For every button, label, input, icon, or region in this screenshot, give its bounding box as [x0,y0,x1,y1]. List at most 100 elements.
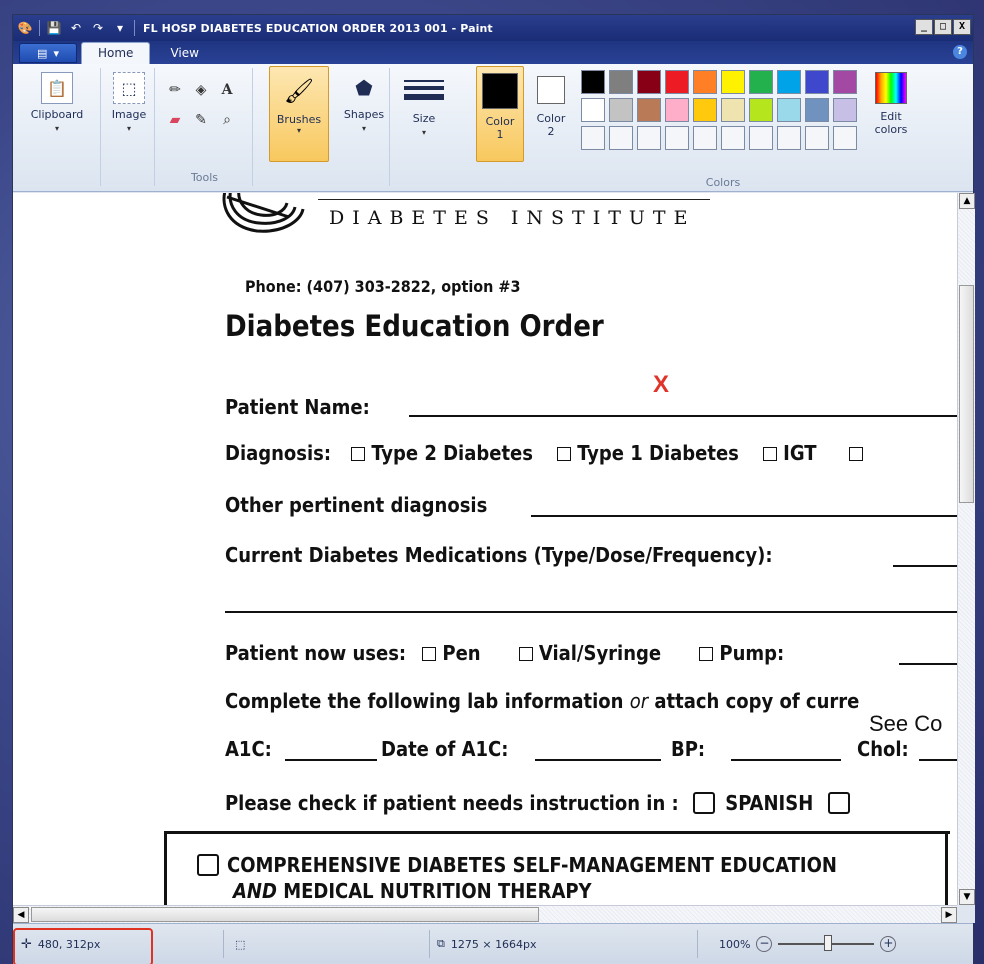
palette-swatch[interactable] [749,98,773,122]
cursor-position: ✛ 480, 312px [21,936,101,952]
title-bar: 🎨 💾 ↶ ↷ ▾ FL HOSP DIABETES EDUCATION ORD… [13,15,973,41]
palette-swatch[interactable] [609,70,633,94]
palette-swatch[interactable] [581,126,605,150]
palette-swatch[interactable] [749,70,773,94]
palette-swatch[interactable] [665,98,689,122]
paint-window: 🎨 💾 ↶ ↷ ▾ FL HOSP DIABETES EDUCATION ORD… [12,14,975,964]
ribbon-home: 📋 Clipboard ▾ ⬚ Image ▾ ✏ ◈ A ▰ ✎ ⌕ Tools … [13,64,973,192]
group-image: ⬚ Image ▾ [103,68,155,186]
canvas[interactable]: DIABETES INSTITUTE Phone: (407) 303-2822… [13,193,957,905]
palette-swatch[interactable] [637,126,661,150]
palette-swatch[interactable] [637,98,661,122]
comprehensive-line: COMPREHENSIVE DIABETES SELF-MANAGEMENT E… [197,853,837,877]
group-tools: ✏ ◈ A ▰ ✎ ⌕ Tools [157,68,253,186]
paint-menu-button[interactable]: ▤ ▾ [19,43,77,63]
palette-swatch[interactable] [609,98,633,122]
clipboard-icon: 📋 [41,72,73,104]
status-bar: ✛ 480, 312px ⬚ ⧉ 1275 × 1664px 100% − + [13,923,973,964]
redo-icon[interactable]: ↷ [90,20,106,36]
lab-info-line: Complete the following lab information o… [225,689,860,713]
fill-icon[interactable]: ◈ [191,80,211,100]
tab-home[interactable]: Home [81,42,151,64]
zoom-control: 100% − + [719,934,897,954]
color-picker-icon[interactable]: ✎ [191,110,211,130]
chol-label: Chol: [857,737,909,761]
paint-app-icon[interactable]: 🎨 [17,20,33,36]
text-icon[interactable]: A [217,80,237,100]
palette-swatch[interactable] [693,126,717,150]
palette-swatch[interactable] [805,126,829,150]
size-button[interactable]: Size ▾ [397,72,451,139]
customize-dropdown-icon[interactable]: ▾ [112,20,128,36]
menu-icon: ▤ [37,46,48,60]
zoom-slider[interactable] [778,935,875,951]
image-button[interactable]: ⬚ Image ▾ [105,72,153,135]
pencil-icon[interactable]: ✏ [165,80,185,100]
brushes-button[interactable]: 🖌 Brushes ▾ [269,66,329,162]
group-clipboard: 📋 Clipboard ▾ [15,68,101,186]
palette-swatch[interactable] [805,70,829,94]
scroll-down-button[interactable]: ▼ [959,889,975,905]
selection-size: ⬚ [235,934,245,954]
edit-colors-button[interactable]: Edit colors [867,72,915,136]
palette-swatch[interactable] [777,70,801,94]
current-meds-label: Current Diabetes Medications (Type/Dose/… [225,543,773,567]
palette-swatch[interactable] [833,126,857,150]
palette-swatch[interactable] [665,70,689,94]
date-a1c-label: Date of A1C: [381,737,509,761]
type2-checkbox [351,447,366,461]
palette-swatch[interactable] [721,98,745,122]
close-button[interactable]: X [953,19,971,35]
horizontal-scrollbar[interactable]: ◀ ▶ [13,905,957,923]
palette-swatch[interactable] [721,126,745,150]
chevron-down-icon: ▾ [53,46,59,60]
zoom-in-button[interactable]: + [880,936,897,952]
red-x-mark: X [653,371,670,398]
vertical-scrollbar[interactable]: ▲ ▼ [957,193,975,905]
shapes-icon: ⬟ [355,75,373,100]
tab-view[interactable]: View [154,43,214,64]
palette-swatch[interactable] [665,126,689,150]
image-size-icon: ⧉ [437,937,445,950]
document-image: DIABETES INSTITUTE Phone: (407) 303-2822… [13,193,957,905]
palette-swatch[interactable] [833,70,857,94]
palette-swatch[interactable] [581,70,605,94]
horizontal-scroll-thumb[interactable] [31,907,539,922]
ribbon-tabs: ▤ ▾ Home View ? [13,41,973,64]
palette-swatch[interactable] [749,126,773,150]
palette-swatch[interactable] [805,98,829,122]
scroll-right-button[interactable]: ▶ [941,907,957,923]
bp-label: BP: [671,737,706,761]
color2-button[interactable]: Color 2 [529,72,573,138]
palette-swatch[interactable] [693,98,717,122]
quick-access-toolbar: 🎨 💾 ↶ ↷ ▾ [13,15,135,41]
palette-swatch[interactable] [609,126,633,150]
palette-swatch[interactable] [777,126,801,150]
instruction-row: Please check if patient needs instructio… [225,791,850,815]
zoom-out-button[interactable]: − [756,936,773,952]
color1-button[interactable]: Color 1 [476,66,524,162]
vertical-scroll-thumb[interactable] [959,285,974,503]
eraser-icon[interactable]: ▰ [165,110,185,130]
palette-swatch[interactable] [833,98,857,122]
undo-icon[interactable]: ↶ [68,20,84,36]
palette-swatch[interactable] [721,70,745,94]
palette-swatch[interactable] [693,70,717,94]
save-icon[interactable]: 💾 [46,20,62,36]
rainbow-icon [875,72,907,104]
palette-swatch[interactable] [777,98,801,122]
scroll-left-button[interactable]: ◀ [13,907,29,923]
clipboard-button[interactable]: 📋 Clipboard ▾ [21,72,93,135]
minimize-button[interactable]: _ [915,19,933,35]
shapes-button[interactable]: ⬟ Shapes ▾ [340,72,388,135]
window-controls: _ □ X [915,19,971,35]
image-size: ⧉ 1275 × 1664px [437,937,537,951]
a1c-label: A1C: [225,737,272,761]
palette-swatch[interactable] [637,70,661,94]
maximize-button[interactable]: □ [934,19,952,35]
help-icon[interactable]: ? [953,45,967,59]
zoom-slider-thumb[interactable] [824,935,833,951]
palette-swatch[interactable] [581,98,605,122]
magnifier-icon[interactable]: ⌕ [217,110,237,130]
scroll-up-button[interactable]: ▲ [959,193,975,209]
